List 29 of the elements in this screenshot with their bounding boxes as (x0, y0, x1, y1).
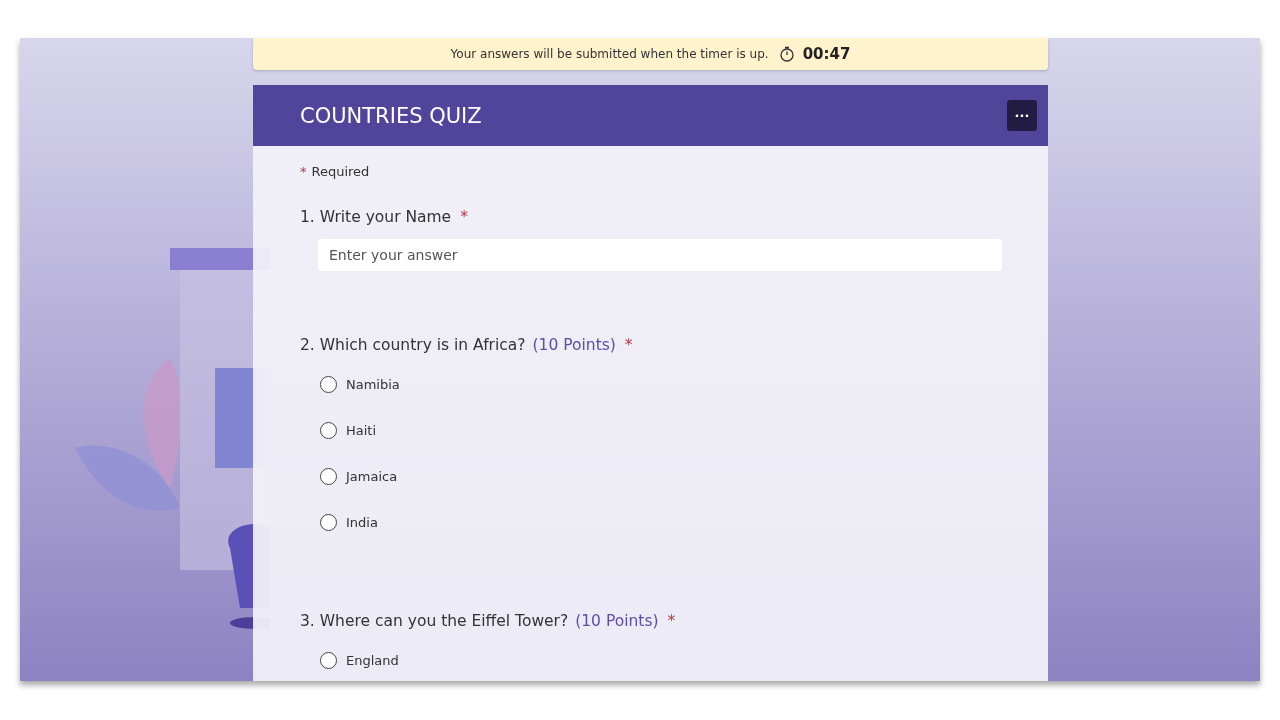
question-number: 3. (300, 612, 315, 630)
required-note: Required (311, 164, 370, 179)
radio-button[interactable] (320, 651, 337, 669)
question-points: (10 Points) (532, 336, 616, 354)
timer-message: Your answers will be submitted when the timer is up. (450, 47, 769, 61)
more-options-button[interactable]: ··· (1007, 100, 1037, 131)
required-asterisk: * (624, 336, 633, 354)
option-label[interactable]: India (346, 514, 378, 530)
question-number: 1. (300, 208, 315, 226)
option-label[interactable]: Haiti (346, 422, 377, 438)
question-text: Write your Name (319, 208, 452, 226)
radio-button[interactable] (320, 375, 337, 393)
question-points: (10 Points) (575, 612, 659, 630)
option-label[interactable]: Namibia (346, 376, 400, 392)
question-text: Where can you the Eiffel Tower? (319, 612, 569, 630)
option-label[interactable]: England (346, 652, 399, 668)
question-number: 2. (300, 336, 315, 354)
required-asterisk: * (460, 208, 468, 226)
required-asterisk: * (300, 164, 307, 179)
required-asterisk: * (667, 612, 676, 630)
question-text: Which country is in Africa? (319, 336, 526, 354)
timer-countdown: 00:47 (802, 45, 851, 63)
option-label[interactable]: Jamaica (346, 468, 398, 484)
stopwatch-icon (778, 46, 795, 62)
form-title: COUNTRIES QUIZ (300, 103, 482, 128)
radio-button[interactable] (320, 513, 337, 531)
answer-field[interactable]: Enter your answer (318, 239, 1002, 271)
radio-button[interactable] (320, 421, 337, 439)
radio-button[interactable] (320, 467, 337, 485)
